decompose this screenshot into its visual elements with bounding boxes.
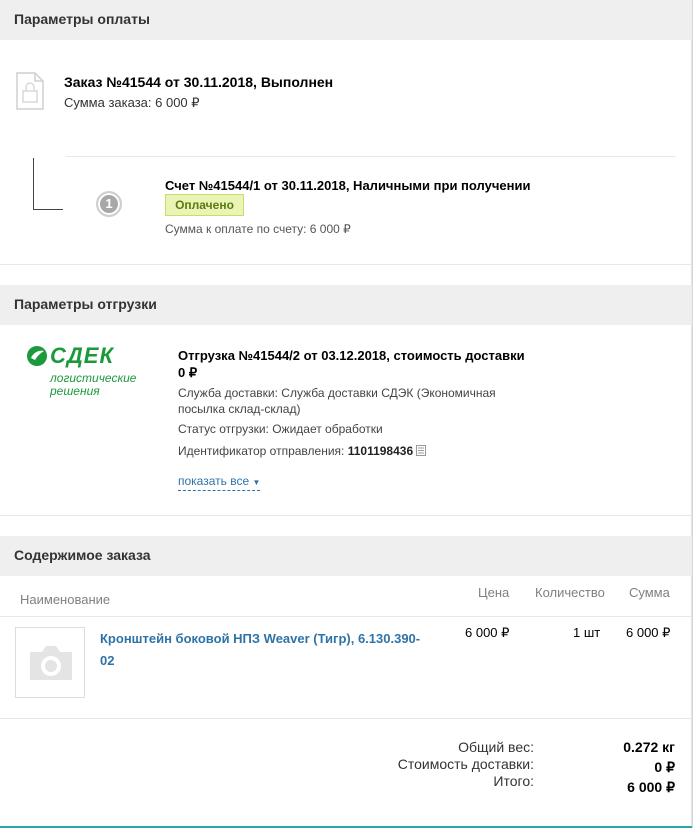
total-weight-value: 0.272 кг: [623, 739, 675, 755]
show-all-link[interactable]: показать все ▼: [178, 474, 261, 491]
delivery-service-line2: посылка склад-склад): [178, 402, 301, 416]
grand-total-label: Итого:: [493, 773, 534, 789]
column-price-header: Цена: [478, 585, 510, 600]
contents-section-title: Содержимое заказа: [14, 547, 151, 563]
copy-icon[interactable]: [416, 445, 427, 456]
shipment-section-header: Параметры отгрузки: [0, 285, 692, 325]
totals-divider: [0, 718, 692, 719]
product-name-line1: Кронштейн боковой НПЗ Weaver (Тигр), 6.1…: [100, 631, 421, 646]
grand-total-value: 6 000 ₽: [627, 779, 675, 795]
cdek-logo: СДЕК логистические решения: [26, 343, 156, 405]
tracking-label: Идентификатор отправления:: [178, 444, 345, 458]
cdek-logo-sub2: решения: [50, 384, 100, 398]
section-divider: [0, 264, 692, 265]
tracking-row: Идентификатор отправления: 1101198436: [178, 444, 427, 458]
shipment-section-title: Параметры отгрузки: [14, 296, 157, 312]
order-sum: Сумма заказа: 6 000 ₽: [64, 95, 200, 110]
tracking-id: 1101198436: [347, 444, 414, 458]
cdek-leaf-icon: [27, 346, 47, 366]
product-price: 6 000 ₽: [465, 625, 510, 640]
product-sum: 6 000 ₽: [626, 625, 671, 640]
tree-connector: [33, 158, 63, 210]
product-qty: 1 шт: [573, 625, 601, 640]
delivery-cost-value: 0 ₽: [654, 759, 675, 775]
product-thumbnail[interactable]: [15, 627, 85, 698]
contents-section-header: Содержимое заказа: [0, 536, 692, 576]
right-edge: [692, 0, 698, 828]
camera-icon: [30, 646, 72, 680]
order-detail-panel: Параметры оплаты Заказ №41544 от 30.11.2…: [0, 0, 692, 828]
document-icon: [16, 72, 44, 110]
invoice-divider: [66, 156, 676, 157]
invoice-sum: Сумма к оплате по счету: 6 000 ₽: [165, 222, 351, 236]
paid-status-badge: Оплачено: [165, 194, 244, 216]
column-qty-header: Количество: [535, 585, 605, 600]
section-divider: [0, 515, 692, 516]
product-name-line2: 02: [100, 653, 115, 668]
table-header-divider: [0, 616, 692, 617]
order-title: Заказ №41544 от 30.11.2018, Выполнен: [64, 74, 334, 90]
shipment-title-line2: 0 ₽: [178, 365, 198, 380]
invoice-title: Счет №41544/1 от 30.11.2018, Наличными п…: [165, 178, 531, 193]
cdek-logo-text: СДЕК: [50, 343, 114, 368]
total-weight-label: Общий вес:: [458, 739, 534, 755]
caret-down-icon: ▼: [252, 478, 261, 487]
invoice-step-badge: 1: [96, 191, 122, 217]
product-name-link[interactable]: Кронштейн боковой НПЗ Weaver (Тигр), 6.1…: [100, 628, 450, 672]
delivery-cost-label: Стоимость доставки:: [397, 756, 534, 772]
payment-section-title: Параметры оплаты: [14, 11, 150, 27]
delivery-service-line1: Служба доставки: Служба доставки СДЭК (Э…: [178, 386, 496, 400]
shipment-status: Статус отгрузки: Ожидает обработки: [178, 422, 383, 436]
column-sum-header: Сумма: [629, 585, 670, 600]
show-all-label: показать все: [178, 474, 250, 488]
shipment-title-line1: Отгрузка №41544/2 от 03.12.2018, стоимос…: [178, 348, 525, 363]
column-name-header: Наименование: [20, 592, 111, 607]
payment-section-header: Параметры оплаты: [0, 0, 692, 40]
